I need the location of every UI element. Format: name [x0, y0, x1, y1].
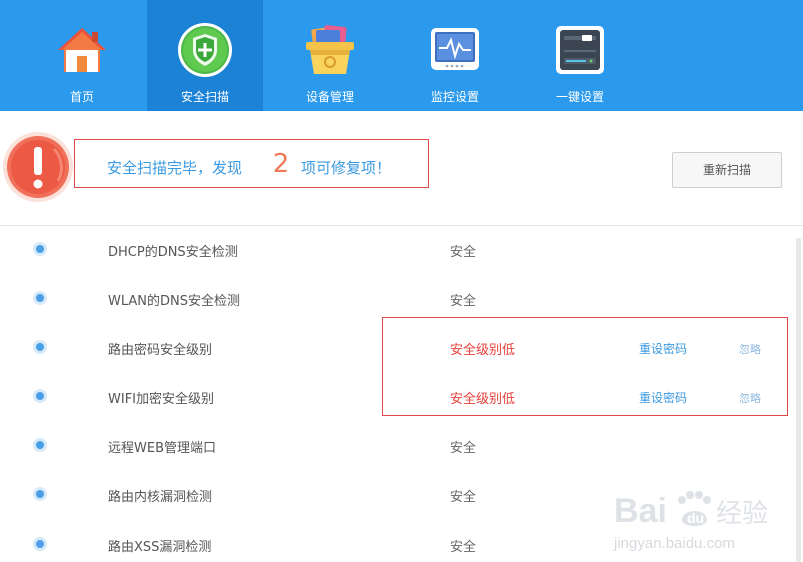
nav-label-home: 首页	[69, 90, 94, 104]
item-status: 安全	[450, 441, 477, 456]
nav-label-monitor-settings: 监控设置	[430, 90, 479, 104]
bullet-dot-icon	[33, 389, 47, 403]
item-status: 安全	[450, 540, 477, 555]
svg-text:Bai: Bai	[614, 492, 667, 530]
alert-icon	[3, 132, 73, 202]
bullet-dot-icon	[33, 537, 47, 551]
rescan-button[interactable]: 重新扫描	[672, 152, 782, 188]
list-item: WIFI加密安全级别 安全级别低 重设密码 忽略	[0, 372, 790, 421]
home-icon	[58, 28, 106, 72]
item-name: WLAN的DNS安全检测	[108, 294, 240, 309]
nav-label-device-management: 设备管理	[305, 90, 354, 104]
top-nav-bar: 首页 安全扫描 设备管理 监控设置 一键设置	[0, 0, 803, 111]
item-name: WIFI加密安全级别	[108, 392, 214, 407]
ignore-link[interactable]: 忽略	[739, 341, 761, 357]
bullet-dot-icon	[33, 291, 47, 305]
bullet-dot-icon	[33, 340, 47, 354]
bullet-dot-icon	[33, 487, 47, 501]
item-name: 路由XSS漏洞检测	[108, 540, 212, 555]
nav-label-one-click-setup: 一键设置	[555, 90, 604, 104]
item-status: 安全	[450, 490, 477, 505]
list-item: 远程WEB管理端口 安全	[0, 421, 790, 470]
scan-summary-prefix: 安全扫描完毕，发现	[107, 159, 243, 177]
svg-text:jingyan.baidu.com: jingyan.baidu.com	[613, 535, 735, 552]
item-name: 路由内核漏洞检测	[108, 490, 213, 505]
baidu-jingyan-watermark: Bai du 经验 jingyan.baidu.com	[613, 491, 768, 552]
item-name: DHCP的DNS安全检测	[108, 245, 238, 260]
item-name: 远程WEB管理端口	[108, 441, 216, 456]
nav-item-device-management[interactable]: 设备管理	[272, 0, 388, 111]
list-item: 路由密码安全级别 安全级别低 重设密码 忽略	[0, 323, 790, 372]
ignore-link[interactable]: 忽略	[739, 390, 761, 406]
basket-icon	[306, 25, 354, 74]
nav-item-home[interactable]: 首页	[24, 0, 140, 111]
item-status-warning: 安全级别低	[450, 343, 516, 358]
fixable-count: 2	[272, 149, 290, 179]
item-status: 安全	[450, 245, 477, 260]
reset-password-link[interactable]: 重设密码	[639, 340, 687, 357]
svg-text:经验: 经验	[716, 499, 768, 529]
item-status-warning: 安全级别低	[450, 392, 516, 407]
svg-text:du: du	[687, 510, 704, 526]
item-name: 路由密码安全级别	[108, 343, 213, 358]
router-panel-icon	[556, 26, 604, 74]
bullet-dot-icon	[33, 438, 47, 452]
nav-item-security-scan[interactable]: 安全扫描	[147, 0, 263, 111]
reset-password-link[interactable]: 重设密码	[639, 389, 687, 406]
item-status: 安全	[450, 294, 477, 309]
shield-plus-icon	[178, 23, 232, 77]
list-item: DHCP的DNS安全检测 安全	[0, 225, 790, 274]
list-item: WLAN的DNS安全检测 安全	[0, 274, 790, 323]
nav-label-security-scan: 安全扫描	[180, 90, 229, 104]
monitor-chart-icon	[431, 28, 479, 70]
bullet-dot-icon	[33, 242, 47, 256]
nav-item-one-click-setup[interactable]: 一键设置	[522, 0, 638, 111]
scan-summary-suffix: 项可修复项！	[301, 159, 392, 177]
nav-item-monitor-settings[interactable]: 监控设置	[397, 0, 513, 111]
